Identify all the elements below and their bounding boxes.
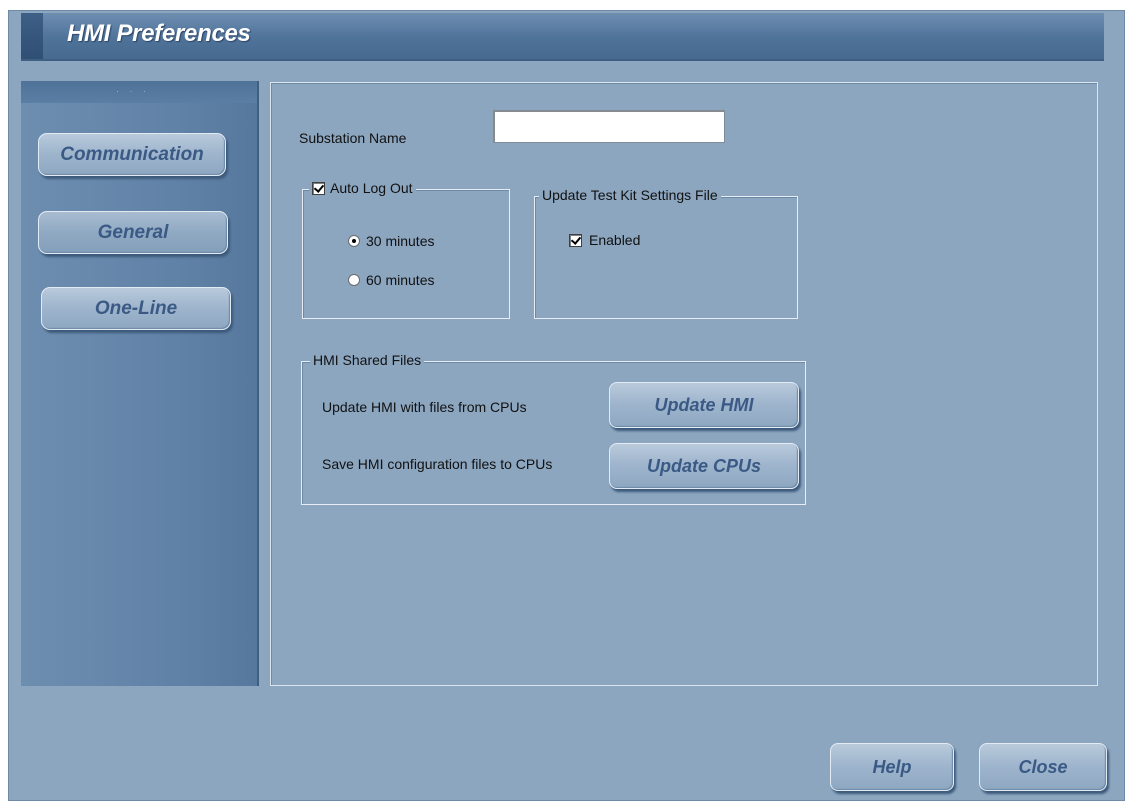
help-button[interactable]: Help	[830, 743, 954, 791]
substation-name-label: Substation Name	[299, 130, 407, 146]
test-kit-group: Update Test Kit Settings File Enabled	[534, 187, 798, 319]
update-hmi-button[interactable]: Update HMI	[609, 382, 799, 428]
substation-name-input[interactable]	[493, 110, 725, 143]
hmi-shared-files-legend: HMI Shared Files	[310, 352, 425, 368]
auto-logout-label: Auto Log Out	[330, 180, 413, 196]
radio-60-minutes[interactable]	[348, 274, 360, 286]
sidebar-item-one-line[interactable]: One-Line	[41, 287, 231, 330]
save-cpus-description: Save HMI configuration files to CPUs	[322, 456, 553, 472]
option-30-minutes-label: 30 minutes	[366, 233, 435, 249]
sidebar: · · · Communication General One-Line	[21, 81, 259, 686]
close-button[interactable]: Close	[979, 743, 1107, 791]
title-bar: HMI Preferences	[21, 13, 1104, 61]
option-60-minutes[interactable]: 60 minutes	[348, 272, 434, 288]
hmi-shared-files-label: HMI Shared Files	[313, 352, 422, 368]
option-30-minutes[interactable]: 30 minutes	[348, 233, 434, 249]
test-kit-enabled-checkbox[interactable]	[569, 233, 582, 247]
sidebar-item-communication[interactable]: Communication	[38, 133, 226, 176]
update-hmi-description: Update HMI with files from CPUs	[322, 399, 527, 415]
test-kit-legend: Update Test Kit Settings File	[539, 187, 721, 203]
test-kit-enabled-label: Enabled	[589, 232, 641, 248]
auto-logout-group: Auto Log Out 30 minutes 60 minutes	[302, 180, 510, 319]
sidebar-item-general[interactable]: General	[38, 211, 228, 254]
option-60-minutes-label: 60 minutes	[366, 272, 435, 288]
auto-logout-legend: Auto Log Out	[309, 180, 416, 196]
update-cpus-button[interactable]: Update CPUs	[609, 443, 799, 489]
sidebar-dots-decoration: · · ·	[116, 86, 150, 96]
test-kit-enabled[interactable]: Enabled	[569, 232, 640, 248]
window-title: HMI Preferences	[67, 20, 251, 47]
auto-logout-checkbox[interactable]	[312, 181, 325, 195]
sidebar-header: · · ·	[21, 81, 257, 103]
radio-30-minutes[interactable]	[348, 235, 360, 247]
title-bar-accent	[21, 13, 43, 59]
hmi-shared-files-group: HMI Shared Files Update HMI with files f…	[301, 352, 806, 505]
test-kit-label: Update Test Kit Settings File	[542, 187, 718, 203]
